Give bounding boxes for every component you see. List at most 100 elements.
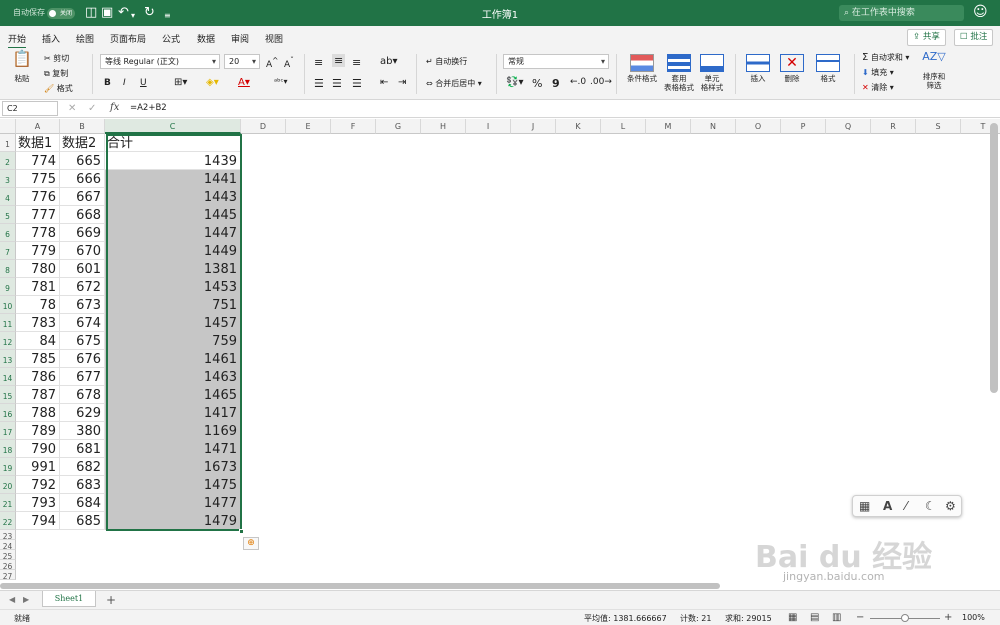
row-header[interactable]: 26: [0, 560, 16, 571]
align-center-icon[interactable]: ☰: [332, 77, 342, 90]
row-header[interactable]: 7: [0, 242, 16, 260]
sum-cell[interactable]: 1381: [105, 260, 241, 278]
data-cell[interactable]: 684: [60, 494, 105, 512]
row-header[interactable]: 13: [0, 350, 16, 368]
font-name-select[interactable]: 等线 Regular (正文): [100, 54, 220, 69]
increase-indent-icon[interactable]: ⇥: [398, 77, 406, 88]
format-as-table-button[interactable]: 套用 表格格式: [664, 54, 694, 92]
data-cell[interactable]: 775: [16, 170, 60, 188]
header-cell[interactable]: 合计: [105, 134, 241, 152]
sum-cell[interactable]: 1475: [105, 476, 241, 494]
column-header-c[interactable]: C: [105, 119, 241, 134]
sum-cell[interactable]: 1477: [105, 494, 241, 512]
column-header-p[interactable]: P: [781, 119, 826, 134]
prev-sheet-icon[interactable]: ◀: [9, 595, 15, 604]
feedback-smiley-icon[interactable]: ☺: [973, 4, 988, 20]
calendar-icon[interactable]: ▦: [859, 499, 870, 513]
tab-view[interactable]: 视图: [265, 32, 283, 45]
enter-icon[interactable]: ✓: [88, 103, 96, 114]
tab-insert[interactable]: 插入: [42, 32, 60, 45]
row-header[interactable]: 15: [0, 386, 16, 404]
data-cell[interactable]: 779: [16, 242, 60, 260]
sum-cell[interactable]: 1479: [105, 512, 241, 530]
fill-color-icon[interactable]: ◈▾: [206, 77, 219, 88]
comma-button[interactable]: 9: [552, 77, 560, 90]
data-cell[interactable]: 675: [60, 332, 105, 350]
data-cell[interactable]: 788: [16, 404, 60, 422]
comment-button[interactable]: ☐ 批注: [954, 29, 994, 46]
quick-analysis-icon[interactable]: ⊕: [243, 537, 259, 550]
zoom-in-icon[interactable]: +: [944, 612, 952, 623]
wrap-text-button[interactable]: ↵ 自动换行: [426, 56, 467, 67]
decrease-font-icon[interactable]: Aˇ: [284, 56, 294, 70]
autosum-button[interactable]: Σ 自动求和 ▾: [862, 52, 909, 63]
row-header[interactable]: 9: [0, 278, 16, 296]
font-color-icon[interactable]: A▾: [238, 77, 250, 88]
tab-page-layout[interactable]: 页面布局: [110, 32, 146, 45]
row-header[interactable]: 19: [0, 458, 16, 476]
data-cell[interactable]: 787: [16, 386, 60, 404]
column-header-b[interactable]: B: [60, 119, 105, 134]
data-cell[interactable]: 380: [60, 422, 105, 440]
sum-cell[interactable]: 751: [105, 296, 241, 314]
row-header[interactable]: 18: [0, 440, 16, 458]
number-format-select[interactable]: 常规: [503, 54, 609, 69]
sum-cell[interactable]: 1673: [105, 458, 241, 476]
horizontal-scrollbar[interactable]: [0, 583, 720, 589]
data-cell[interactable]: 84: [16, 332, 60, 350]
row-header[interactable]: 20: [0, 476, 16, 494]
align-middle-icon[interactable]: ≡: [332, 54, 346, 67]
align-left-icon[interactable]: ☰: [314, 77, 324, 90]
tab-data[interactable]: 数据: [197, 32, 215, 45]
row-header[interactable]: 22: [0, 512, 16, 530]
row-header[interactable]: 21: [0, 494, 16, 512]
data-cell[interactable]: 685: [60, 512, 105, 530]
column-header-h[interactable]: H: [421, 119, 466, 134]
row-header[interactable]: 16: [0, 404, 16, 422]
sheet-tab[interactable]: Sheet1: [42, 591, 96, 607]
column-header-i[interactable]: I: [466, 119, 511, 134]
decrease-indent-icon[interactable]: ⇤: [380, 77, 388, 88]
increase-font-icon[interactable]: A^: [266, 56, 278, 70]
row-header[interactable]: 23: [0, 530, 16, 541]
data-cell[interactable]: 665: [60, 152, 105, 170]
sum-cell[interactable]: 1449: [105, 242, 241, 260]
data-cell[interactable]: 774: [16, 152, 60, 170]
data-cell[interactable]: 677: [60, 368, 105, 386]
copy-button[interactable]: ⧉ 复制: [44, 68, 68, 79]
cancel-icon[interactable]: ✕: [68, 103, 76, 114]
data-cell[interactable]: 672: [60, 278, 105, 296]
row-header[interactable]: 4: [0, 188, 16, 206]
data-cell[interactable]: 776: [16, 188, 60, 206]
worksheet-grid[interactable]: ABCDEFGHIJKLMNOPQRST 1 2 3 4 5 6 7 8 9 10 11 12 13 14…: [0, 119, 1000, 581]
row-header[interactable]: 25: [0, 550, 16, 561]
normal-view-icon[interactable]: ▦: [788, 612, 797, 623]
data-cell[interactable]: 783: [16, 314, 60, 332]
data-cell[interactable]: 676: [60, 350, 105, 368]
data-cell[interactable]: 678: [60, 386, 105, 404]
name-box[interactable]: C2: [2, 101, 58, 116]
data-cell[interactable]: 673: [60, 296, 105, 314]
format-painter-button[interactable]: 🖌 格式: [44, 83, 73, 94]
data-cell[interactable]: 777: [16, 206, 60, 224]
fill-button[interactable]: ⬇ 填充 ▾: [862, 67, 894, 78]
row-header[interactable]: 12: [0, 332, 16, 350]
conditional-format-button[interactable]: 条件格式: [624, 54, 660, 83]
bold-button[interactable]: B: [104, 78, 111, 88]
row-header[interactable]: 14: [0, 368, 16, 386]
sum-cell[interactable]: 1443: [105, 188, 241, 206]
column-header-d[interactable]: D: [241, 119, 286, 134]
page-layout-icon[interactable]: ▤: [810, 612, 819, 623]
data-cell[interactable]: 669: [60, 224, 105, 242]
row-header[interactable]: 11: [0, 314, 16, 332]
column-header-m[interactable]: M: [646, 119, 691, 134]
orientation-icon[interactable]: ab▾: [380, 56, 398, 67]
column-header-n[interactable]: N: [691, 119, 736, 134]
data-cell[interactable]: 681: [60, 440, 105, 458]
next-sheet-icon[interactable]: ▶: [23, 595, 29, 604]
data-cell[interactable]: 793: [16, 494, 60, 512]
data-cell[interactable]: 991: [16, 458, 60, 476]
font-icon[interactable]: A: [883, 499, 892, 513]
row-header[interactable]: 17: [0, 422, 16, 440]
data-cell[interactable]: 778: [16, 224, 60, 242]
